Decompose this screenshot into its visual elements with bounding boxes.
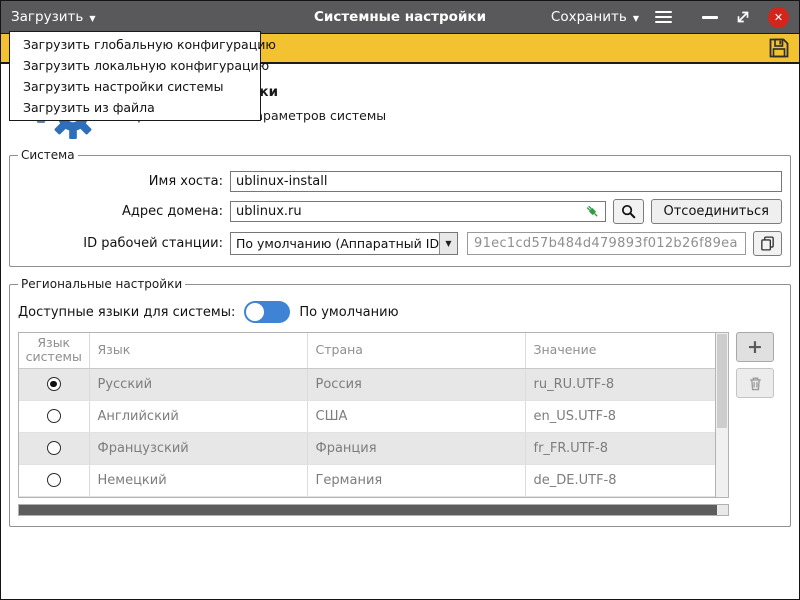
load-dropdown-menu: Загрузить глобальную конфигурацию Загруз… [9, 31, 261, 121]
table-row[interactable]: Французский Франция fr_FR.UTF-8 [19, 432, 715, 464]
titlebar: Загрузить ▼ Системные настройки Сохранит… [1, 1, 799, 33]
station-id-mode-select[interactable]: По умолчанию (Аппаратный ID) ▼ [230, 232, 458, 255]
domain-input[interactable] [230, 201, 606, 222]
save-menu-button[interactable]: Сохранить ▼ [551, 9, 639, 25]
table-row[interactable]: Русский Россия ru_RU.UTF-8 [19, 368, 715, 400]
col-header-system-language: Язык системы [19, 333, 89, 368]
horizontal-scrollbar-thumb[interactable] [19, 505, 717, 515]
system-settings-window: Загрузить ▼ Системные настройки Сохранит… [0, 0, 800, 600]
cell-country: США [307, 400, 525, 432]
cell-value: ru_RU.UTF-8 [525, 368, 715, 400]
system-language-radio[interactable] [47, 441, 61, 455]
cell-language: Немецкий [89, 464, 307, 496]
toggle-state-label: По умолчанию [299, 305, 398, 320]
system-language-radio[interactable] [47, 409, 61, 423]
station-id-value-field: 91ec1cd57b484d479893f012b26f89ea [467, 232, 746, 255]
hamburger-menu-button[interactable] [655, 8, 672, 26]
cell-language: Русский [89, 368, 307, 400]
system-group-legend: Система [18, 148, 78, 162]
languages-table: Язык системы Язык Страна Значение Русски… [18, 332, 729, 498]
trash-icon [747, 375, 764, 392]
system-language-radio[interactable] [47, 473, 61, 487]
chevron-down-icon: ▼ [89, 14, 95, 23]
hostname-input[interactable] [230, 171, 782, 192]
expand-icon [734, 8, 752, 26]
add-language-button[interactable]: + [736, 332, 774, 362]
horizontal-scrollbar[interactable] [18, 504, 729, 516]
vertical-scrollbar[interactable] [715, 333, 728, 497]
menu-item-load-system-settings[interactable]: Загрузить настройки системы [10, 76, 260, 97]
cell-country: Россия [307, 368, 525, 400]
menu-item-load-global-config[interactable]: Загрузить глобальную конфигурацию [10, 34, 260, 55]
cell-value: de_DE.UTF-8 [525, 464, 715, 496]
languages-toggle[interactable] [244, 301, 290, 323]
cell-language: Французский [89, 432, 307, 464]
table-row[interactable]: Немецкий Германия de_DE.UTF-8 [19, 464, 715, 496]
main-content: Системные настройки Настройка основных п… [1, 64, 799, 527]
station-id-mode-value: По умолчанию (Аппаратный ID) [231, 236, 439, 251]
col-header-value: Значение [525, 333, 715, 368]
save-config-button[interactable] [767, 36, 791, 60]
regional-group-legend: Региональные настройки [18, 277, 185, 291]
col-header-country: Страна [307, 333, 525, 368]
disconnect-button[interactable]: Отсоединиться [651, 199, 783, 224]
search-icon [620, 203, 637, 220]
table-header-row: Язык системы Язык Страна Значение [19, 333, 715, 368]
load-menu-button[interactable]: Загрузить ▼ [11, 9, 96, 25]
system-language-radio[interactable] [47, 377, 61, 391]
vertical-scrollbar-thumb[interactable] [717, 334, 727, 428]
copy-icon [759, 235, 776, 252]
chevron-down-icon: ▼ [439, 233, 457, 254]
save-menu-label: Сохранить [551, 9, 627, 25]
cell-value: en_US.UTF-8 [525, 400, 715, 432]
cell-country: Германия [307, 464, 525, 496]
hostname-label: Имя хоста: [18, 174, 223, 189]
floppy-save-icon [767, 36, 791, 60]
regional-group: Региональные настройки Доступные языки д… [9, 277, 791, 527]
cell-country: Франция [307, 432, 525, 464]
station-id-label: ID рабочей станции: [18, 236, 223, 251]
delete-language-button[interactable] [736, 368, 774, 398]
chevron-down-icon: ▼ [633, 14, 639, 23]
table-row[interactable]: Английский США en_US.UTF-8 [19, 400, 715, 432]
col-header-language: Язык [89, 333, 307, 368]
maximize-button[interactable] [734, 8, 752, 26]
load-menu-label: Загрузить [11, 9, 83, 25]
close-button[interactable]: ✕ [768, 7, 789, 28]
languages-label: Доступные языки для системы: [18, 305, 235, 320]
minimize-button[interactable] [702, 16, 718, 19]
copy-id-button[interactable] [753, 231, 782, 256]
connected-plug-icon [584, 203, 601, 224]
cell-value: fr_FR.UTF-8 [525, 432, 715, 464]
system-group: Система Имя хоста: Адрес домена: [9, 148, 791, 267]
menu-item-load-local-config[interactable]: Загрузить локальную конфигурацию [10, 55, 260, 76]
cell-language: Английский [89, 400, 307, 432]
domain-label: Адрес домена: [18, 204, 223, 219]
menu-item-load-from-file[interactable]: Загрузить из файла [10, 97, 260, 118]
search-domain-button[interactable] [613, 199, 644, 224]
